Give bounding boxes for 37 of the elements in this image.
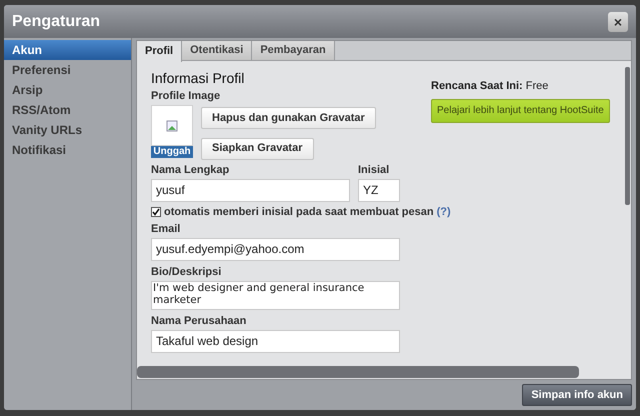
vertical-scrollbar[interactable] — [625, 67, 630, 205]
field-label: Email — [151, 222, 182, 236]
gravatar-button[interactable]: Hapus dan gunakan Gravatar — [201, 107, 376, 130]
field-label: Nama Perusahaan — [151, 314, 248, 328]
sidebar-item[interactable]: RSS/Atom — [4, 100, 131, 120]
textarea-field[interactable]: I'm web designer and general insurance marketer — [151, 280, 400, 310]
window-title: Pengaturan — [12, 12, 100, 32]
field-label: Bio/Deskripsi — [151, 266, 222, 278]
input-field[interactable]: yusuf — [151, 178, 350, 202]
check-icon — [152, 208, 160, 216]
input-field[interactable]: Takaful web design — [151, 330, 400, 352]
field-label: Inisial — [358, 164, 390, 176]
close-button[interactable]: × — [608, 12, 628, 32]
section-heading: Informasi Profil — [151, 69, 246, 87]
sidebar-item[interactable]: Preferensi — [4, 60, 131, 80]
horizontal-scrollbar[interactable] — [137, 366, 579, 378]
sidebar-item[interactable]: Akun — [4, 40, 131, 60]
tab[interactable]: Otentikasi — [182, 41, 252, 60]
field-label: Nama Lengkap — [151, 164, 230, 176]
field-label: Profile Image — [151, 90, 222, 103]
save-button[interactable]: Simpan info akun — [522, 384, 632, 406]
sidebar-item[interactable]: Vanity URLs — [4, 120, 131, 140]
checkbox-label: otomatis memberi inisial pada saat membuat pesan — [164, 206, 434, 218]
plan-label: Rencana Saat Ini: — [431, 80, 523, 92]
gravatar-button[interactable]: Siapkan Gravatar — [201, 138, 314, 160]
sidebar-item[interactable]: Notifikasi — [4, 140, 131, 160]
plan-value: Free — [526, 80, 548, 92]
checkbox[interactable] — [151, 207, 161, 217]
learn-more-button[interactable]: Pelajari lebih lanjut tentang HootSuite — [431, 98, 610, 122]
input-field[interactable]: YZ — [358, 178, 400, 202]
sidebar-item[interactable]: Arsip — [4, 80, 131, 100]
help-link[interactable]: (?) — [436, 206, 451, 218]
upload-button[interactable]: Unggah — [151, 146, 193, 158]
tab[interactable]: Pembayaran — [252, 41, 335, 60]
tab[interactable]: Profil — [137, 41, 182, 62]
broken-image-icon — [166, 120, 178, 132]
input-field[interactable]: yusuf.edyempi@yahoo.com — [151, 238, 400, 260]
